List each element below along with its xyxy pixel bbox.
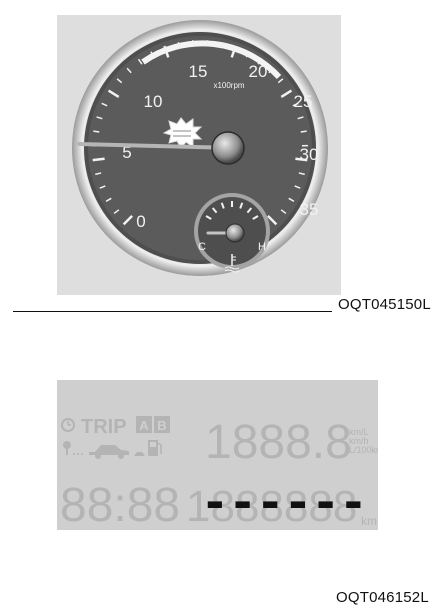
figure-code-lcd: OQT046152L: [336, 589, 429, 606]
tachometer-gauge: 0 5 10 15 20 25 30 35 x100rpm C H: [72, 20, 328, 276]
unit-l-per-100km: L/100km: [349, 445, 378, 455]
scale-label-15: 15: [189, 62, 208, 81]
temp-cold-label: C: [198, 241, 206, 253]
trip-a-label: A: [139, 418, 149, 433]
scale-label-25: 25: [294, 92, 313, 111]
segment-display-top: 1888.8: [205, 416, 352, 469]
scale-tick: [93, 130, 100, 133]
scale-label-0: 0: [136, 212, 145, 231]
temperature-hub: [225, 223, 245, 243]
road-icon: [134, 452, 145, 456]
scale-label-35: 35: [300, 200, 319, 219]
scale-label-30: 30: [300, 145, 319, 164]
clock-icon: [61, 418, 75, 432]
key-icon: [63, 441, 83, 455]
divider-line: [13, 311, 332, 312]
car-icon: [89, 445, 129, 459]
fuel-pump-icon: [148, 440, 162, 456]
scale-label-20: 20: [249, 62, 268, 81]
figure-code-tachometer: OQT045150L: [338, 296, 431, 313]
odometer-dashes: ------: [201, 475, 367, 529]
scale-tick: [92, 157, 105, 162]
trip-label: TRIP: [81, 416, 127, 438]
temp-hot-label: H: [258, 241, 266, 253]
lcd-display-graphic: TRIP A B 1888.8 km/L km/h L/100km 88:88 …: [60, 416, 378, 530]
scale-label-10: 10: [144, 92, 163, 111]
trip-b-label: B: [157, 418, 166, 433]
scale-tick: [300, 130, 307, 133]
rpm-unit-label: x100rpm: [213, 81, 244, 90]
segment-clock: 88:88: [60, 479, 180, 530]
needle-hub: [211, 131, 245, 165]
